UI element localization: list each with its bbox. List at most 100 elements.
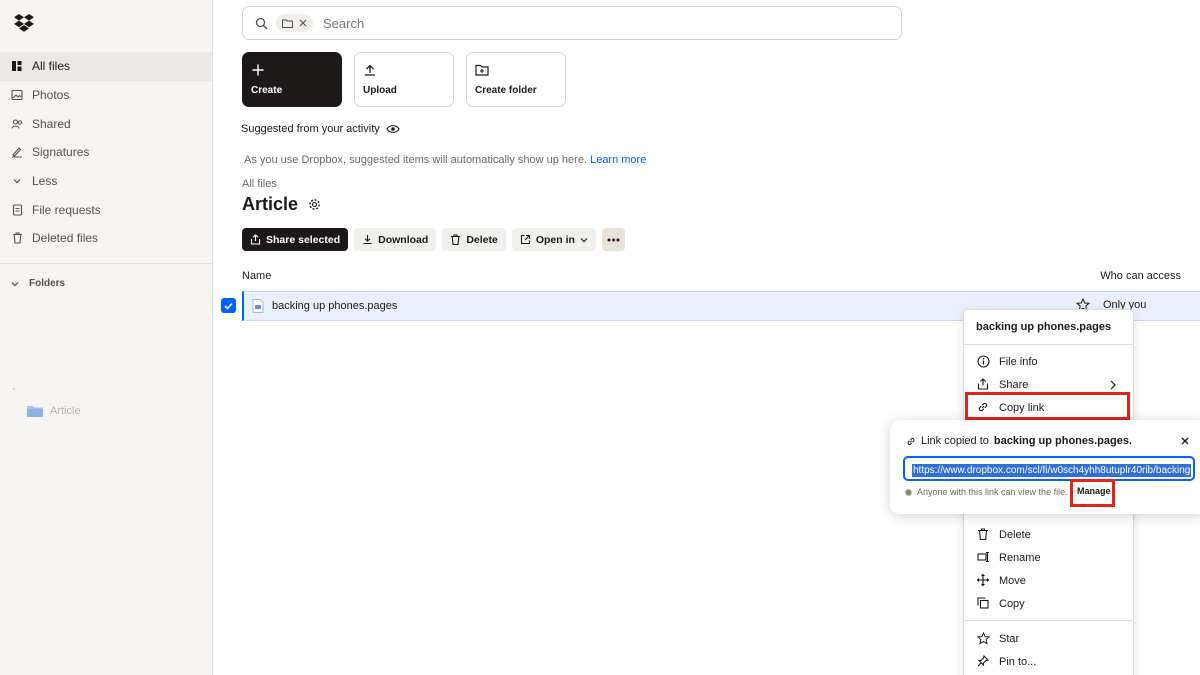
menu-item-label: File info — [999, 356, 1038, 368]
open-in-button[interactable]: Open in — [511, 228, 596, 251]
photos-icon — [10, 88, 24, 102]
popover-prefix: Link copied to — [921, 435, 989, 447]
row-checkbox[interactable] — [221, 298, 236, 313]
chevron-down-icon — [580, 237, 588, 242]
checkmark-icon — [224, 302, 233, 310]
trash-icon — [10, 231, 24, 245]
create-label: Create — [251, 85, 283, 96]
column-header-access[interactable]: Who can access — [1100, 270, 1181, 282]
close-icon[interactable] — [1180, 436, 1190, 446]
new-folder-icon — [475, 64, 489, 76]
menu-item-label: Share — [999, 379, 1029, 391]
menu-item-delete[interactable]: Delete — [977, 528, 1031, 542]
folder-tree-item-article[interactable]: Article — [27, 404, 81, 418]
eye-icon[interactable] — [386, 124, 400, 134]
sidebar-item-label: Signatures — [32, 145, 90, 160]
dropbox-logo-icon[interactable] — [14, 14, 34, 32]
breadcrumb[interactable]: All files — [242, 178, 277, 190]
upload-label: Upload — [363, 85, 397, 96]
more-actions-button[interactable] — [601, 228, 625, 251]
folders-section-toggle[interactable]: Folders — [0, 272, 212, 296]
upload-button[interactable]: Upload — [354, 52, 454, 107]
rename-icon — [977, 551, 991, 565]
search-input[interactable] — [323, 15, 823, 31]
download-button[interactable]: Download — [354, 228, 437, 251]
menu-item-move[interactable]: Move — [977, 574, 1026, 588]
share-icon — [250, 234, 261, 245]
create-folder-label: Create folder — [475, 85, 537, 96]
action-bar: Share selected Download Delete Open in — [242, 228, 625, 251]
globe-icon — [905, 488, 912, 496]
menu-divider — [964, 344, 1133, 345]
download-icon — [363, 235, 372, 245]
popover-filename: backing up phones.pages. — [993, 435, 1133, 447]
column-header-name[interactable]: Name — [242, 270, 271, 282]
sidebar-item-all-files[interactable]: All files — [0, 52, 212, 81]
all-files-icon — [10, 59, 24, 73]
shared-link-url[interactable]: https://www.dropbox.com/scl/fi/w0sch4yhh… — [912, 464, 1192, 477]
shared-link-field[interactable]: https://www.dropbox.com/scl/fi/w0sch4yhh… — [903, 456, 1195, 481]
sidebar-item-file-requests[interactable]: File requests — [0, 195, 212, 224]
suggested-heading: Suggested from your activity — [241, 123, 400, 135]
search-bar[interactable] — [242, 6, 902, 40]
sidebar-nav: All files Photos Shared Signatures Less … — [0, 52, 212, 296]
share-selected-label: Share selected — [266, 233, 341, 246]
sidebar-item-less[interactable]: Less — [0, 167, 212, 196]
link-permission-note: Anyone with this link can view the file. — [905, 487, 1068, 497]
move-icon — [977, 574, 991, 588]
info-icon — [977, 355, 991, 369]
folder-icon — [282, 19, 293, 28]
folder-filter-chip[interactable] — [276, 14, 313, 32]
menu-item-label: Move — [999, 575, 1026, 587]
menu-item-star[interactable]: Star — [977, 632, 1019, 646]
suggested-description: As you use Dropbox, suggested items will… — [244, 154, 646, 166]
context-menu-title: backing up phones.pages — [976, 321, 1112, 333]
pin-icon — [977, 655, 991, 669]
star-icon — [977, 632, 991, 646]
menu-item-label: Rename — [999, 552, 1041, 564]
sidebar-item-label: All files — [32, 59, 71, 74]
menu-item-copy[interactable]: Copy — [977, 597, 1025, 611]
menu-item-label: Pin to... — [999, 656, 1037, 668]
folders-label: Folders — [29, 278, 66, 290]
file-name[interactable]: backing up phones.pages — [272, 300, 397, 312]
sidebar-item-deleted-files[interactable]: Deleted files — [0, 224, 212, 253]
page-title: Article — [242, 194, 299, 214]
popover-header: Link copied to backing up phones.pages. — [906, 435, 1132, 447]
trash-icon — [977, 528, 991, 542]
search-icon — [255, 17, 268, 29]
folder-tree-label: Article — [50, 405, 81, 417]
permission-text: Anyone with this link can view the file. — [917, 487, 1068, 497]
delete-label: Delete — [466, 233, 498, 246]
menu-item-file-info[interactable]: File info — [977, 355, 1038, 369]
share-icon — [977, 378, 991, 392]
plus-icon — [252, 64, 264, 76]
menu-item-rename[interactable]: Rename — [977, 551, 1041, 565]
delete-button[interactable]: Delete — [442, 228, 506, 251]
file-requests-icon — [10, 203, 24, 217]
menu-item-pin-to[interactable]: Pin to... — [977, 655, 1036, 669]
sidebar-item-label: Less — [32, 174, 58, 189]
create-folder-button[interactable]: Create folder — [466, 52, 566, 107]
sidebar-item-photos[interactable]: Photos — [0, 81, 212, 110]
manage-highlight — [1070, 479, 1115, 507]
learn-more-link[interactable]: Learn more — [590, 154, 646, 166]
share-selected-button[interactable]: Share selected — [242, 228, 349, 251]
create-button[interactable]: Create — [242, 52, 342, 107]
copy-link-highlight — [965, 392, 1130, 420]
gear-icon[interactable] — [308, 198, 321, 211]
link-icon — [907, 437, 915, 445]
sidebar-item-label: File requests — [32, 202, 101, 217]
shared-icon — [10, 117, 24, 131]
signatures-icon — [10, 145, 24, 159]
sidebar-item-shared[interactable]: Shared — [0, 109, 212, 138]
menu-item-label: Copy — [999, 598, 1025, 610]
upload-icon — [365, 64, 375, 76]
menu-divider — [964, 620, 1133, 621]
menu-item-share[interactable]: Share — [977, 378, 1028, 392]
sidebar-item-signatures[interactable]: Signatures — [0, 138, 212, 167]
suggested-text: As you use Dropbox, suggested items will… — [244, 154, 588, 166]
copy-icon — [977, 597, 991, 611]
more-horizontal-icon — [607, 238, 620, 241]
close-icon[interactable] — [299, 19, 307, 27]
